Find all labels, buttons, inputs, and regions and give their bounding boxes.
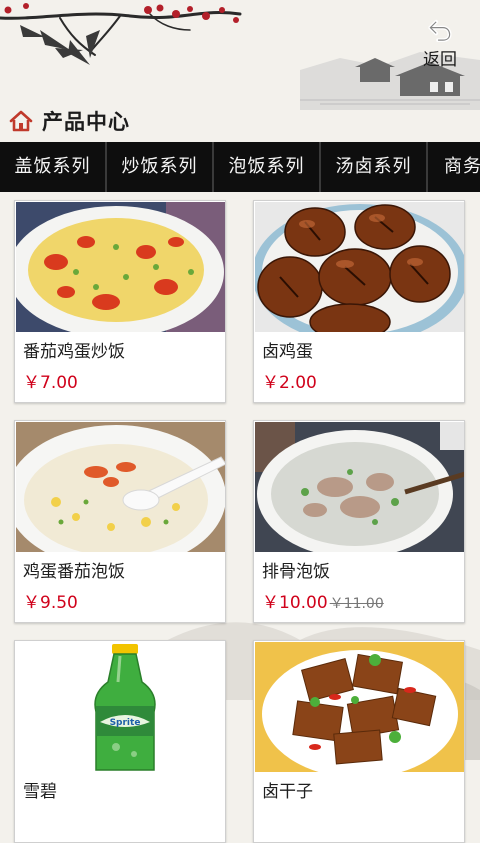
original-price: ￥11.00 xyxy=(329,596,384,612)
back-button[interactable]: 返回 xyxy=(412,18,468,70)
price-row: ￥7.00 xyxy=(23,368,78,393)
section-title: 产品中心 xyxy=(8,104,130,138)
product-price: ￥2.00 xyxy=(262,373,317,393)
price-row: ￥10.00 ￥11.00 xyxy=(262,588,384,613)
product-price: ￥7.00 xyxy=(23,373,78,393)
product-card[interactable]: 番茄鸡蛋炒饭 ￥7.00 xyxy=(14,200,226,403)
tab-category[interactable]: 盖饭系列 xyxy=(0,142,107,192)
tab-category[interactable]: 炒饭系列 xyxy=(107,142,214,192)
home-icon xyxy=(9,110,33,132)
sprite-bottle-image: Sprite xyxy=(16,642,225,772)
product-grid: 番茄鸡蛋炒饭 ￥7.00 卤鸡蛋 ￥2.00 鸡蛋番茄泡饭 ￥9.50 排骨泡饭… xyxy=(0,192,480,843)
product-name: 排骨泡饭 xyxy=(262,562,330,582)
product-card[interactable]: 鸡蛋番茄泡饭 ￥9.50 xyxy=(14,420,226,623)
product-name: 番茄鸡蛋炒饭 xyxy=(23,342,125,362)
back-label: 返回 xyxy=(423,50,457,70)
product-name: 卤鸡蛋 xyxy=(262,342,313,362)
svg-text:Sprite: Sprite xyxy=(110,718,141,728)
back-arrow-icon xyxy=(428,19,452,43)
braised-tofu-image xyxy=(255,642,464,772)
product-price: ￥10.00 xyxy=(262,593,328,613)
egg-tomato-rice-soup-image xyxy=(16,422,225,552)
pork-rib-rice-soup-image xyxy=(255,422,464,552)
tomato-egg-fried-rice-image xyxy=(16,202,225,332)
tab-category[interactable]: 汤卤系列 xyxy=(321,142,428,192)
product-card[interactable]: 卤干子 xyxy=(253,640,465,843)
tab-category[interactable]: 泡饭系列 xyxy=(214,142,321,192)
product-card[interactable]: 排骨泡饭 ￥10.00 ￥11.00 xyxy=(253,420,465,623)
page-title: 产品中心 xyxy=(42,110,130,134)
product-price: ￥9.50 xyxy=(23,593,78,613)
product-name: 雪碧 xyxy=(23,782,57,802)
product-name: 卤干子 xyxy=(262,782,313,802)
product-name: 鸡蛋番茄泡饭 xyxy=(23,562,125,582)
braised-eggs-image xyxy=(255,202,464,332)
price-row: ￥2.00 xyxy=(262,368,317,393)
product-card[interactable]: 卤鸡蛋 ￥2.00 xyxy=(253,200,465,403)
category-tab-bar: 盖饭系列 炒饭系列 泡饭系列 汤卤系列 商务 xyxy=(0,142,480,192)
header: 返回 产品中心 xyxy=(0,0,480,142)
price-row: ￥9.50 xyxy=(23,588,78,613)
product-card[interactable]: Sprite 雪碧 xyxy=(14,640,226,843)
tab-category[interactable]: 商务 xyxy=(428,142,480,192)
